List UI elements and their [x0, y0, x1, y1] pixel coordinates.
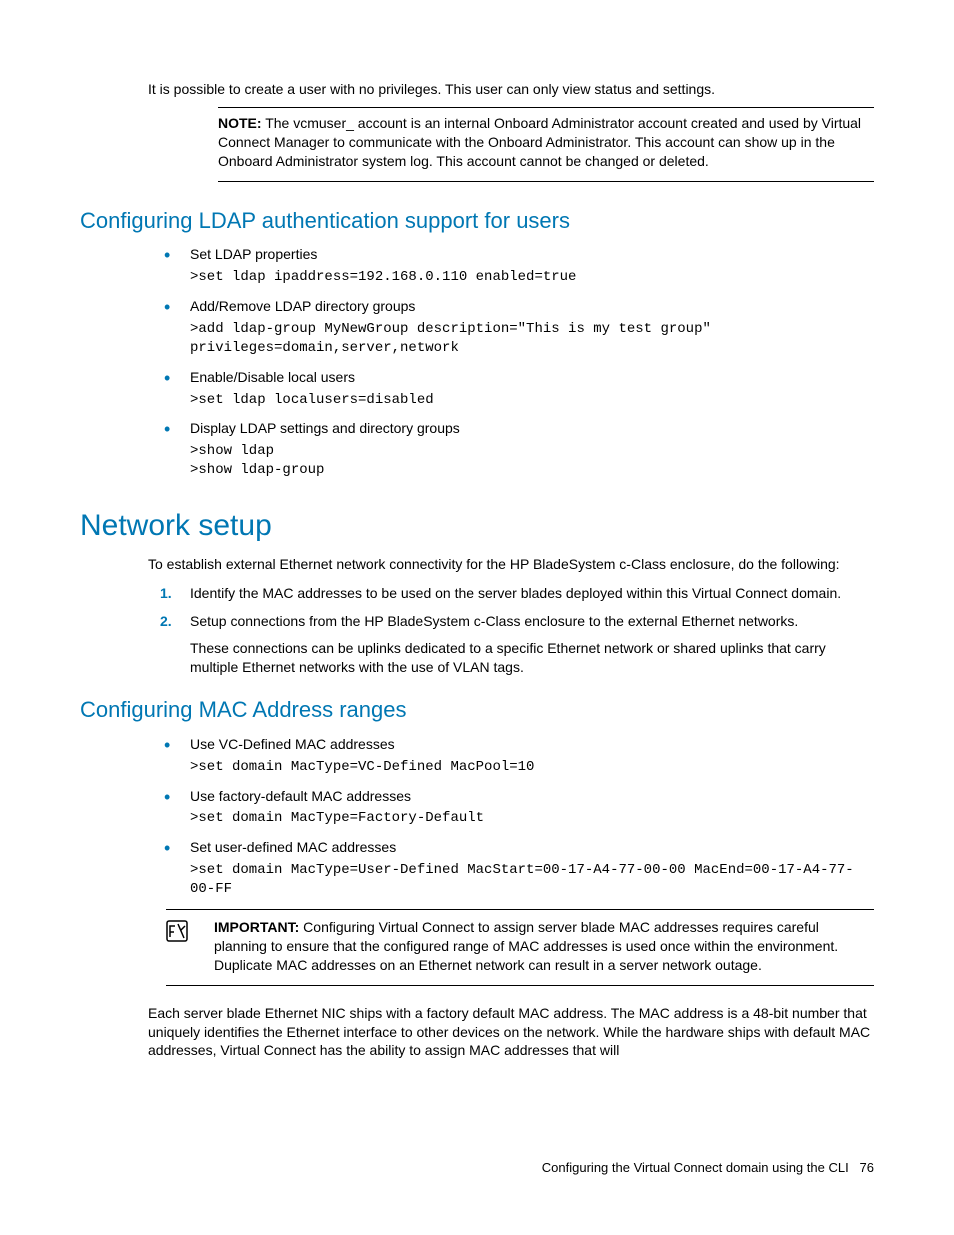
important-label: IMPORTANT:	[214, 919, 299, 935]
code-block: >show ldap >show ldap-group	[190, 442, 874, 480]
network-intro: To establish external Ethernet network c…	[148, 555, 874, 574]
important-text-wrap: IMPORTANT: Configuring Virtual Connect t…	[214, 918, 874, 975]
important-box: IMPORTANT: Configuring Virtual Connect t…	[166, 909, 874, 986]
document-page: It is possible to create a user with no …	[0, 0, 954, 1235]
note-label: NOTE:	[218, 115, 262, 131]
item-title: Use factory-default MAC addresses	[190, 788, 411, 804]
note-text: The vcmuser_ account is an internal Onbo…	[218, 115, 861, 169]
intro-paragraph: It is possible to create a user with no …	[148, 80, 874, 99]
list-item: Use VC-Defined MAC addresses >set domain…	[150, 735, 874, 777]
important-icon	[166, 920, 188, 947]
mac-closing-paragraph: Each server blade Ethernet NIC ships wit…	[148, 1004, 874, 1061]
code-block: >set domain MacType=VC-Defined MacPool=1…	[190, 758, 874, 777]
item-title: Enable/Disable local users	[190, 369, 355, 385]
network-steps: Identify the MAC addresses to be used on…	[150, 584, 874, 678]
step-text: Setup connections from the HP BladeSyste…	[190, 613, 798, 629]
step-item: Identify the MAC addresses to be used on…	[150, 584, 874, 603]
note-box: NOTE: The vcmuser_ account is an interna…	[218, 107, 874, 182]
heading-network-setup: Network setup	[80, 506, 874, 547]
mac-bullet-list: Use VC-Defined MAC addresses >set domain…	[150, 735, 874, 899]
code-block: >set ldap ipaddress=192.168.0.110 enable…	[190, 268, 874, 287]
code-block: >set ldap localusers=disabled	[190, 391, 874, 410]
heading-mac: Configuring MAC Address ranges	[80, 695, 874, 725]
item-title: Use VC-Defined MAC addresses	[190, 736, 395, 752]
list-item: Set LDAP properties >set ldap ipaddress=…	[150, 245, 874, 287]
page-footer: Configuring the Virtual Connect domain u…	[542, 1159, 874, 1177]
list-item: Use factory-default MAC addresses >set d…	[150, 787, 874, 829]
ldap-bullet-list: Set LDAP properties >set ldap ipaddress=…	[150, 245, 874, 480]
list-item: Enable/Disable local users >set ldap loc…	[150, 368, 874, 410]
heading-ldap: Configuring LDAP authentication support …	[80, 206, 874, 236]
list-item: Add/Remove LDAP directory groups >add ld…	[150, 297, 874, 358]
step-subtext: These connections can be uplinks dedicat…	[190, 639, 874, 677]
list-item: Set user-defined MAC addresses >set doma…	[150, 838, 874, 899]
item-title: Add/Remove LDAP directory groups	[190, 298, 415, 314]
list-item: Display LDAP settings and directory grou…	[150, 419, 874, 480]
footer-text: Configuring the Virtual Connect domain u…	[542, 1160, 849, 1175]
code-block: >set domain MacType=User-Defined MacStar…	[190, 861, 874, 899]
code-block: >add ldap-group MyNewGroup description="…	[190, 320, 874, 358]
step-text: Identify the MAC addresses to be used on…	[190, 585, 841, 601]
footer-page-number: 76	[860, 1160, 874, 1175]
important-text: Configuring Virtual Connect to assign se…	[214, 919, 838, 973]
code-block: >set domain MacType=Factory-Default	[190, 809, 874, 828]
item-title: Set LDAP properties	[190, 246, 317, 262]
step-item: Setup connections from the HP BladeSyste…	[150, 612, 874, 677]
item-title: Display LDAP settings and directory grou…	[190, 420, 460, 436]
item-title: Set user-defined MAC addresses	[190, 839, 396, 855]
